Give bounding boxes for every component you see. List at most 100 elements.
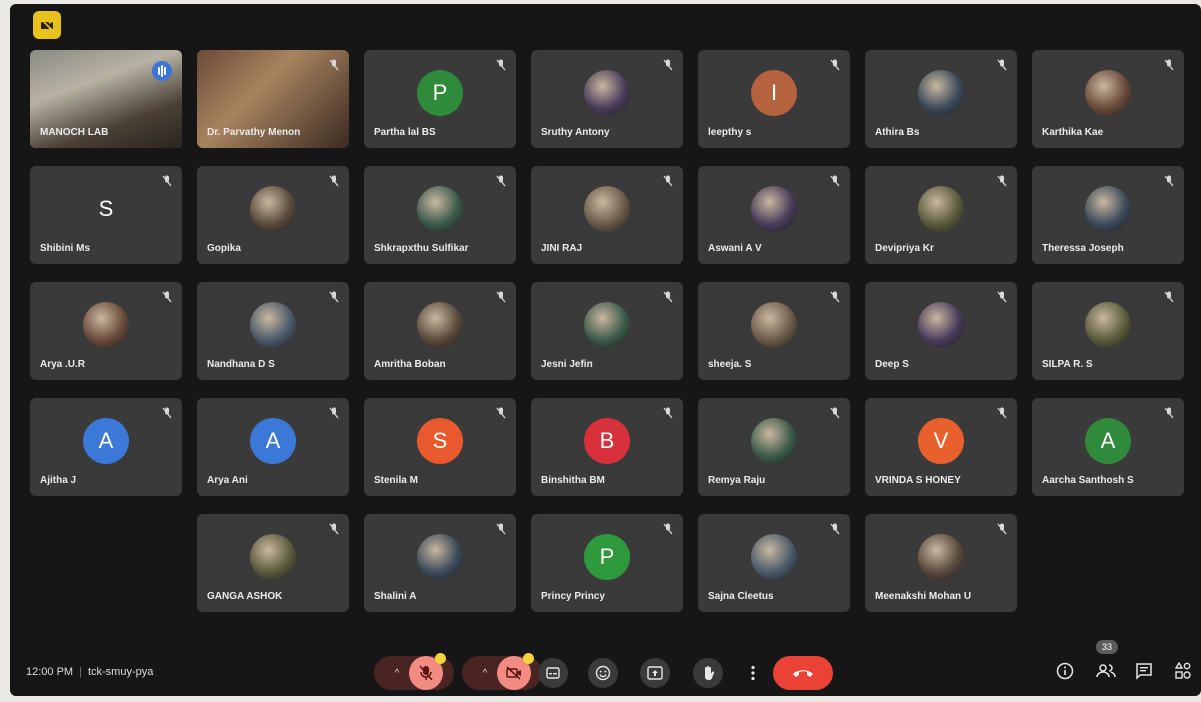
participant-tile[interactable]: A Aarcha Santhosh S xyxy=(1032,398,1184,496)
mic-muted-icon xyxy=(329,407,339,419)
participant-name: Binshitha BM xyxy=(541,475,605,486)
captions-button[interactable] xyxy=(538,658,568,688)
participant-tile[interactable]: A Arya Ani xyxy=(197,398,349,496)
participant-name: Aswani A V xyxy=(708,243,762,254)
participant-tile[interactable]: Remya Raju xyxy=(698,398,850,496)
meet-logo xyxy=(33,11,61,39)
bottom-bar: 12:00 PM | tck-smuy-pya ^ ^ 33 xyxy=(10,636,1201,696)
participant-tile[interactable]: Nandhana D S xyxy=(197,282,349,380)
mic-muted-icon xyxy=(663,59,673,71)
raise-hand-button[interactable] xyxy=(693,658,723,688)
participant-tile[interactable]: V VRINDA S HONEY xyxy=(865,398,1017,496)
participant-name: Theressa Joseph xyxy=(1042,243,1124,254)
participant-name: Shalini A xyxy=(374,591,417,602)
mic-muted-icon xyxy=(663,291,673,303)
activities-button[interactable] xyxy=(1170,658,1196,684)
camera-off-icon xyxy=(506,666,521,680)
participant-tile[interactable]: Shalini A xyxy=(364,514,516,612)
participant-name: Shibini Ms xyxy=(40,243,90,254)
participant-photo-avatar xyxy=(751,418,797,465)
mic-muted-icon xyxy=(663,175,673,187)
participant-tile[interactable]: GANGA ASHOK xyxy=(197,514,349,612)
mic-muted-icon xyxy=(997,407,1007,419)
participant-name: Partha lal BS xyxy=(374,127,436,138)
camera-options-chevron-icon[interactable]: ^ xyxy=(473,656,497,690)
mic-toggle-button[interactable] xyxy=(409,653,446,690)
participant-photo-avatar xyxy=(1085,302,1131,349)
participant-tile[interactable]: Jesni Jefin xyxy=(531,282,683,380)
participant-name: Amritha Boban xyxy=(374,359,446,370)
participant-tile[interactable]: P Princy Princy xyxy=(531,514,683,612)
participant-photo-avatar xyxy=(584,70,630,117)
warning-badge xyxy=(435,653,446,664)
participant-tile[interactable]: S Shibini Ms xyxy=(30,166,182,264)
participant-name: SILPA R. S xyxy=(1042,359,1093,370)
emoji-button[interactable] xyxy=(588,658,618,688)
more-options-button[interactable] xyxy=(738,658,768,688)
mic-muted-icon xyxy=(496,59,506,71)
activities-icon xyxy=(1174,662,1191,679)
participant-tile[interactable]: SILPA R. S xyxy=(1032,282,1184,380)
participant-name: Shkrapxthu Sulfikar xyxy=(374,243,469,254)
mic-muted-icon xyxy=(830,407,840,419)
participant-tile[interactable]: sheeja. S xyxy=(698,282,850,380)
camera-toggle-button[interactable] xyxy=(497,653,534,690)
participant-tile[interactable]: Meenakshi Mohan U xyxy=(865,514,1017,612)
participant-tile[interactable]: Aswani A V xyxy=(698,166,850,264)
participant-tile[interactable]: Gopika xyxy=(197,166,349,264)
participant-tile[interactable]: A Ajitha J xyxy=(30,398,182,496)
meeting-info-button[interactable] xyxy=(1052,658,1078,684)
participant-tile[interactable]: Karthika Kae xyxy=(1032,50,1184,148)
meeting-details: 12:00 PM | tck-smuy-pya xyxy=(26,666,153,678)
participant-tile[interactable]: MANOCH LAB xyxy=(30,50,182,148)
participant-initial-avatar: P xyxy=(584,534,630,581)
participant-tile[interactable]: Athira Bs xyxy=(865,50,1017,148)
people-button[interactable] xyxy=(1093,658,1119,684)
mic-muted-icon xyxy=(1164,407,1174,419)
participant-name: Nandhana D S xyxy=(207,359,275,370)
participant-photo-avatar xyxy=(1085,70,1131,117)
participant-name: MANOCH LAB xyxy=(40,127,109,138)
participant-tile[interactable]: Sruthy Antony xyxy=(531,50,683,148)
participant-photo-avatar xyxy=(250,302,296,349)
mic-muted-icon xyxy=(329,523,339,535)
mic-muted-icon xyxy=(329,59,339,71)
mic-muted-icon xyxy=(830,523,840,535)
participant-tile[interactable]: Theressa Joseph xyxy=(1032,166,1184,264)
participant-tile[interactable]: Ileepthy s xyxy=(698,50,850,148)
chat-button[interactable] xyxy=(1131,658,1157,684)
participant-count-badge: 33 xyxy=(1096,640,1118,654)
participant-name: Gopika xyxy=(207,243,241,254)
mic-muted-icon xyxy=(329,175,339,187)
participant-photo-avatar xyxy=(250,186,296,233)
participant-tile[interactable]: Amritha Boban xyxy=(364,282,516,380)
participant-name: JINI RAJ xyxy=(541,243,583,254)
warning-badge xyxy=(523,653,534,664)
participant-tile[interactable]: Devipriya Kr xyxy=(865,166,1017,264)
participant-photo-avatar xyxy=(918,186,964,233)
participant-tile[interactable]: Sajna Cleetus xyxy=(698,514,850,612)
mic-muted-icon xyxy=(1164,59,1174,71)
present-button[interactable] xyxy=(640,658,670,688)
participant-photo-avatar xyxy=(751,186,797,233)
participant-tile[interactable]: Shkrapxthu Sulfikar xyxy=(364,166,516,264)
participant-name: Deep S xyxy=(875,359,909,370)
participant-photo-avatar xyxy=(584,302,630,349)
mic-muted-icon xyxy=(830,175,840,187)
participant-tile[interactable]: B Binshitha BM xyxy=(531,398,683,496)
mic-muted-icon xyxy=(663,523,673,535)
mic-options-chevron-icon[interactable]: ^ xyxy=(385,656,409,690)
participant-initial-avatar: V xyxy=(918,418,964,465)
participant-name: Remya Raju xyxy=(708,475,766,486)
end-call-button[interactable] xyxy=(773,656,833,690)
separator: | xyxy=(79,666,82,678)
mic-muted-icon xyxy=(997,291,1007,303)
participant-tile[interactable]: Dr. Parvathy Menon xyxy=(197,50,349,148)
participant-tile[interactable]: Deep S xyxy=(865,282,1017,380)
camera-control: ^ xyxy=(462,653,542,690)
participant-tile[interactable]: S Stenila M xyxy=(364,398,516,496)
participant-tile[interactable]: JINI RAJ xyxy=(531,166,683,264)
participant-tile[interactable]: P Partha lal BS xyxy=(364,50,516,148)
participant-tile[interactable]: Arya .U.R xyxy=(30,282,182,380)
participant-initial-avatar: P xyxy=(417,70,463,117)
